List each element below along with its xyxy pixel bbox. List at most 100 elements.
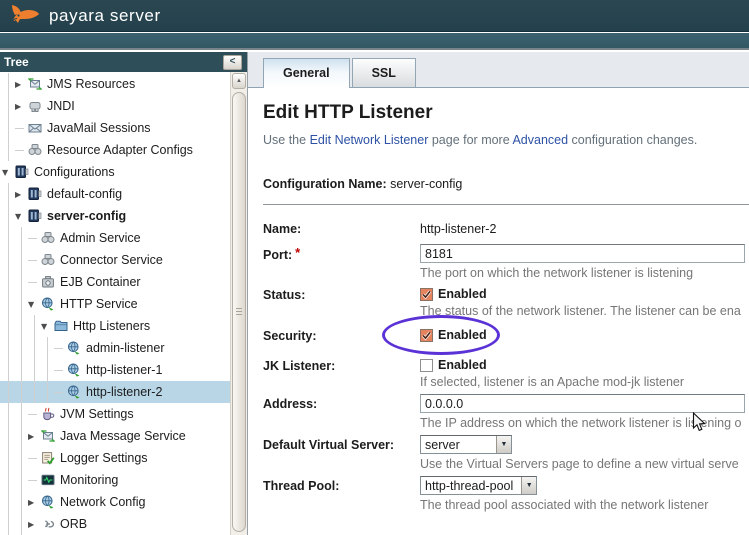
globe-icon — [41, 495, 58, 509]
tree-panel-title: Tree — [4, 55, 29, 69]
default-virtual-server-select[interactable]: server▼ — [420, 435, 512, 454]
tree-item-label: Connector Service — [60, 253, 163, 267]
tree-item-ejb-container[interactable]: EJB Container — [0, 271, 247, 293]
edit-network-listener-link[interactable]: Edit Network Listener — [310, 133, 429, 147]
expand-node-icon[interactable]: ▶ — [28, 498, 41, 507]
globe-icon — [67, 363, 84, 377]
tree-item-label: Logger Settings — [60, 451, 148, 465]
tree-item-admin-listener[interactable]: admin-listener — [0, 337, 247, 359]
tree-item-connector-service[interactable]: Connector Service — [0, 249, 247, 271]
tree-item-http-listener-1[interactable]: http-listener-1 — [0, 359, 247, 381]
tree-guide-line — [2, 447, 15, 469]
tree-guide-line — [41, 337, 54, 359]
status-control: EnabledThe status of the network listene… — [420, 285, 749, 318]
tree-item-network-config[interactable]: ▶ Network Config — [0, 491, 247, 513]
tree-panel-header: Tree < — [0, 52, 247, 72]
tree-item-http-service[interactable]: ▼HTTP Service — [0, 293, 247, 315]
tree-guide-line — [2, 205, 15, 227]
dropdown-arrow-icon[interactable]: ▼ — [496, 436, 511, 453]
advanced-link[interactable]: Advanced — [512, 133, 568, 147]
tree-item-jms-resources[interactable]: ▶JMS Resources — [0, 73, 247, 95]
configuration-name-row: Configuration Name: server-config — [263, 177, 749, 191]
port-control: 8181The port on which the network listen… — [420, 244, 749, 280]
field-row-jk-listener: JK Listener:EnabledIf selected, listener… — [263, 356, 749, 389]
config-icon — [28, 187, 45, 201]
collapse-node-icon[interactable]: ▼ — [2, 168, 15, 177]
orb-icon — [41, 517, 58, 531]
tree-item-label: default-config — [47, 187, 122, 201]
tree-guide-line — [2, 469, 15, 491]
mail-icon — [28, 121, 45, 135]
tree-connector — [15, 117, 28, 139]
tree-guide-line — [2, 425, 15, 447]
security-checkbox-label: Enabled — [438, 328, 487, 342]
tree-item-jndi[interactable]: ▶JNDI — [0, 95, 247, 117]
tree-item-http-listeners[interactable]: ▼ Http Listeners — [0, 315, 247, 337]
tree-item-label: Monitoring — [60, 473, 118, 487]
page-title: Edit HTTP Listener — [263, 102, 749, 124]
tree-item-default-config[interactable]: ▶ default-config — [0, 183, 247, 205]
expand-node-icon[interactable]: ▶ — [15, 190, 28, 199]
intro-text: page for more — [428, 133, 512, 147]
tree-guide-line — [15, 293, 28, 315]
tree-item-admin-service[interactable]: Admin Service — [0, 227, 247, 249]
field-row-status: Status:EnabledThe status of the network … — [263, 285, 749, 318]
thread-pool-select[interactable]: http-thread-pool▼ — [420, 476, 537, 495]
main-content: GeneralSSL Edit HTTP Listener Use the Ed… — [248, 52, 749, 535]
collapse-node-icon[interactable]: ▼ — [41, 322, 54, 331]
name-label: Name: — [263, 219, 420, 239]
config-icon — [15, 165, 32, 179]
tree-guide-line — [2, 139, 15, 161]
scroll-up-arrow-icon[interactable]: ▲ — [232, 73, 246, 89]
tree-connector — [54, 381, 67, 403]
jk-listener-checkbox[interactable] — [420, 359, 433, 372]
tree-item-label: Http Listeners — [73, 319, 150, 333]
collapse-node-icon[interactable]: ▼ — [28, 300, 41, 309]
expand-node-icon[interactable]: ▶ — [15, 102, 28, 111]
tree-item-http-listener-2[interactable]: http-listener-2 — [0, 381, 247, 403]
tree-connector — [28, 271, 41, 293]
default-virtual-server-label: Default Virtual Server: — [263, 435, 420, 471]
tree-item-configurations[interactable]: ▼Configurations — [0, 161, 247, 183]
port-input[interactable]: 8181 — [420, 244, 745, 263]
expand-node-icon[interactable]: ▶ — [15, 80, 28, 89]
tree-scrollbar[interactable]: ▲ — [230, 72, 247, 535]
tree-guide-line — [2, 359, 15, 381]
tree-item-javamail-sessions[interactable]: JavaMail Sessions — [0, 117, 247, 139]
tree-item-resource-adapter-configs[interactable]: Resource Adapter Configs — [0, 139, 247, 161]
tree-item-server-config[interactable]: ▼server-config — [0, 205, 247, 227]
tree-guide-line — [2, 117, 15, 139]
security-label: Security: — [263, 326, 420, 346]
dropdown-arrow-icon[interactable]: ▼ — [521, 477, 536, 494]
expand-node-icon[interactable]: ▶ — [28, 432, 41, 441]
tree-guide-line — [15, 469, 28, 491]
jk-listener-label: JK Listener: — [263, 356, 420, 389]
scrollbar-thumb[interactable] — [232, 92, 246, 532]
collapse-node-icon[interactable]: ▼ — [15, 212, 28, 221]
tree-item-java-message-service[interactable]: ▶Java Message Service — [0, 425, 247, 447]
globe-icon — [67, 341, 84, 355]
intro-text: configuration changes. — [568, 133, 697, 147]
tree-item-monitoring[interactable]: Monitoring — [0, 469, 247, 491]
tree-item-jvm-settings[interactable]: JVM Settings — [0, 403, 247, 425]
tab-general[interactable]: General — [263, 58, 350, 88]
security-checkbox[interactable] — [420, 329, 433, 342]
tab-ssl[interactable]: SSL — [352, 58, 416, 87]
tree-item-orb[interactable]: ▶ORB — [0, 513, 247, 535]
section-divider — [263, 204, 749, 205]
scrollbar-grip — [236, 308, 242, 317]
tree-guide-line — [2, 315, 15, 337]
tree-item-label: http-listener-2 — [86, 385, 162, 399]
tree-item-label: Network Config — [60, 495, 145, 509]
address-input[interactable]: 0.0.0.0 — [420, 394, 745, 413]
expand-node-icon[interactable]: ▶ — [28, 520, 41, 529]
payara-fish-logo — [9, 2, 41, 31]
status-checkbox[interactable] — [420, 288, 433, 301]
tree-guide-line — [15, 381, 28, 403]
globe-icon — [41, 297, 58, 311]
tree-item-logger-settings[interactable]: Logger Settings — [0, 447, 247, 469]
collapse-tree-button[interactable]: < — [223, 55, 242, 70]
logger-icon — [41, 451, 58, 465]
name-value: http-listener-2 — [420, 219, 496, 236]
config-icon — [28, 209, 45, 223]
